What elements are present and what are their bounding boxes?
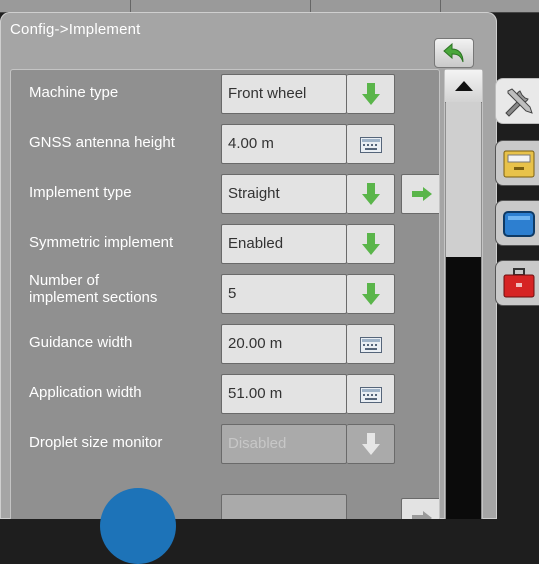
setting-label: Number of implement sections (29, 272, 157, 306)
keyboard-icon (360, 137, 382, 153)
setting-row-droplet-size-monitor: Droplet size monitor Disabled (11, 420, 439, 470)
partial-row-value (221, 494, 347, 519)
toolbox-icon (503, 268, 535, 298)
setting-label: Application width (29, 384, 142, 401)
display-icon (503, 211, 535, 237)
setting-label-line2: implement sections (29, 289, 158, 306)
droplet-size-monitor-value: Disabled (221, 424, 347, 464)
tab-console[interactable] (495, 140, 539, 186)
symmetric-implement-dropdown-button[interactable] (347, 224, 395, 264)
implement-type-dropdown-button[interactable] (347, 174, 395, 214)
gray-right-arrow-icon (412, 511, 432, 519)
tools-icon (505, 88, 533, 117)
breadcrumb: Config->Implement (10, 21, 141, 38)
scroll-up-button[interactable] (445, 70, 482, 103)
setting-label: GNSS antenna height (29, 134, 175, 151)
config-panel: Config->Implement Machine type Front whe… (0, 12, 497, 519)
top-strip-cell (130, 0, 311, 12)
top-strip-cell (440, 0, 539, 12)
scroll-up-icon (455, 81, 473, 91)
setting-row-partial (11, 490, 439, 519)
application-width-value[interactable]: 51.00 m (221, 374, 347, 414)
implement-type-next-button[interactable] (401, 174, 439, 214)
machine-type-dropdown-button[interactable] (347, 74, 395, 114)
setting-row-symmetric-implement: Symmetric implement Enabled (11, 220, 439, 270)
scroll-thumb[interactable] (446, 102, 481, 257)
scroll-track-lower[interactable] (446, 257, 481, 519)
callout-marker (100, 488, 176, 564)
setting-row-number-of-sections: Number of implement sections 5 (11, 270, 439, 320)
droplet-size-monitor-dropdown-button (347, 424, 395, 464)
machine-type-value[interactable]: Front wheel (221, 74, 347, 114)
gnss-antenna-height-keyboard-button[interactable] (347, 124, 395, 164)
green-down-arrow-icon (362, 283, 380, 305)
back-button[interactable] (434, 38, 474, 68)
setting-label: Implement type (29, 184, 132, 201)
application-width-keyboard-button[interactable] (347, 374, 395, 414)
guidance-width-value[interactable]: 20.00 m (221, 324, 347, 364)
setting-row-implement-type: Implement type Straight (11, 170, 439, 220)
green-down-arrow-icon (362, 83, 380, 105)
number-of-sections-dropdown-button[interactable] (347, 274, 395, 314)
symmetric-implement-value[interactable]: Enabled (221, 224, 347, 264)
tab-display[interactable] (495, 200, 539, 246)
setting-label-line1: Number of (29, 272, 100, 289)
setting-label: Symmetric implement (29, 234, 174, 251)
setting-label: Droplet size monitor (29, 434, 163, 451)
green-down-arrow-icon (362, 183, 380, 205)
setting-row-machine-type: Machine type Front wheel (11, 70, 439, 120)
setting-row-guidance-width: Guidance width 20.00 m (11, 320, 439, 370)
gray-down-arrow-icon (362, 433, 380, 455)
setting-row-application-width: Application width 51.00 m (11, 370, 439, 420)
implement-type-value[interactable]: Straight (221, 174, 347, 214)
console-icon (503, 150, 535, 178)
scrollbar[interactable] (444, 69, 483, 519)
gnss-antenna-height-value[interactable]: 4.00 m (221, 124, 347, 164)
setting-row-gnss-antenna-height: GNSS antenna height 4.00 m (11, 120, 439, 170)
number-of-sections-value[interactable]: 5 (221, 274, 347, 314)
tab-toolbox[interactable] (495, 260, 539, 306)
keyboard-icon (360, 387, 382, 403)
back-arrow-icon (443, 43, 464, 63)
partial-row-next-button[interactable] (401, 498, 439, 519)
settings-list: Machine type Front wheel GNSS antenna he… (10, 69, 440, 519)
green-right-arrow-icon (412, 187, 432, 201)
guidance-width-keyboard-button[interactable] (347, 324, 395, 364)
setting-label: Guidance width (29, 334, 133, 351)
green-down-arrow-icon (362, 233, 380, 255)
tab-tools[interactable] (495, 78, 539, 124)
setting-label: Machine type (29, 84, 119, 101)
keyboard-icon (360, 337, 382, 353)
top-strip-cell (310, 0, 441, 12)
